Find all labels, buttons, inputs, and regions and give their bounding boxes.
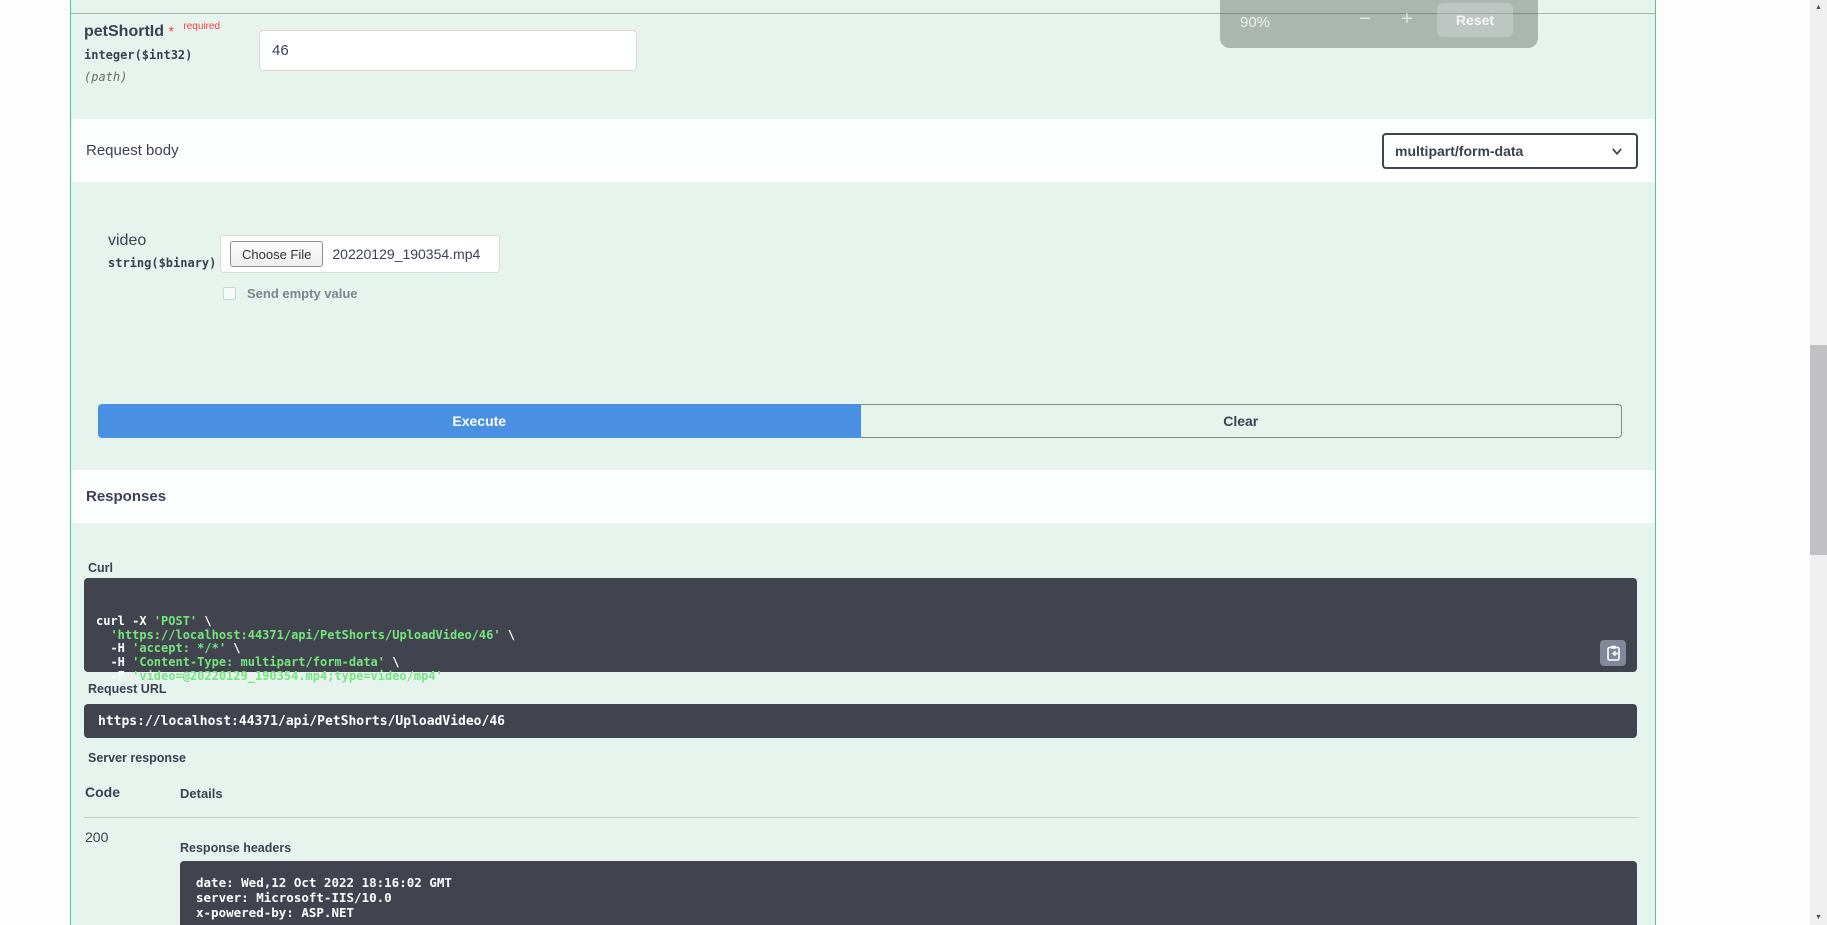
- body-param-name: video: [108, 232, 147, 249]
- scroll-down-icon: ▼: [1815, 914, 1822, 921]
- status-code: 200: [85, 829, 109, 845]
- post-opblock: petShortId * required integer($int32) (p…: [70, 0, 1656, 925]
- parameter-location: (path): [84, 70, 128, 84]
- file-input[interactable]: Choose File 20220129_190354.mp4: [220, 235, 500, 273]
- required-asterisk: *: [168, 23, 174, 39]
- zoom-out-button[interactable]: −: [1352, 6, 1378, 32]
- execute-row: Execute Clear: [98, 404, 1622, 438]
- body-param-type: string($binary): [108, 256, 217, 270]
- copy-to-clipboard-button[interactable]: [1600, 640, 1626, 666]
- request-url-label: Request URL: [88, 682, 167, 696]
- scroll-up-icon: ▲: [1815, 4, 1822, 11]
- scrollbar-thumb[interactable]: [1810, 345, 1827, 555]
- code-column-header: Code: [85, 784, 120, 800]
- request-body-header: Request body multipart/form-data: [71, 119, 1655, 182]
- content-type-select[interactable]: multipart/form-data: [1382, 132, 1638, 169]
- zoom-in-button[interactable]: +: [1394, 6, 1420, 32]
- details-column-header: Details: [180, 786, 223, 801]
- chevron-down-icon: [1612, 147, 1622, 155]
- vertical-scrollbar[interactable]: ▲ ▼: [1810, 0, 1827, 925]
- scroll-down-button[interactable]: ▼: [1810, 910, 1827, 925]
- responses-header: Responses: [71, 470, 1655, 523]
- server-response-label: Server response: [88, 751, 186, 765]
- request-url-value: https://localhost:44371/api/PetShorts/Up…: [84, 704, 1637, 738]
- response-headers-block: date: Wed,12 Oct 2022 18:16:02 GMT server…: [180, 861, 1637, 925]
- curl-label: Curl: [88, 561, 113, 575]
- response-headers-label: Response headers: [180, 841, 292, 855]
- selected-filename: 20220129_190354.mp4: [332, 246, 481, 262]
- petshortid-input[interactable]: [259, 30, 637, 71]
- send-empty-label: Send empty value: [247, 286, 358, 301]
- request-body-title: Request body: [86, 142, 179, 159]
- clipboard-icon: [1606, 645, 1620, 661]
- responses-title: Responses: [86, 488, 167, 505]
- browser-zoom-bubble: 90% − + Reset: [1220, 0, 1538, 48]
- choose-file-button[interactable]: Choose File: [230, 241, 324, 267]
- execute-button[interactable]: Execute: [98, 404, 861, 438]
- content-type-value: multipart/form-data: [1395, 142, 1524, 159]
- required-label: required: [183, 21, 221, 32]
- curl-command: curl -X 'POST' \ 'https://localhost:4437…: [84, 578, 1637, 682]
- parameter-type: integer($int32): [84, 48, 193, 62]
- parameter-name-line: petShortId * required: [84, 21, 220, 41]
- clear-button[interactable]: Clear: [860, 404, 1622, 438]
- send-empty-value-row: Send empty value: [223, 286, 358, 301]
- parameter-name: petShortId: [84, 23, 164, 40]
- plus-icon: +: [1401, 8, 1413, 30]
- minus-icon: −: [1359, 8, 1371, 30]
- body-param-video: video string($binary): [108, 232, 216, 270]
- parameter-petshortid: petShortId * required integer($int32) (p…: [84, 21, 220, 84]
- send-empty-checkbox[interactable]: [223, 287, 236, 300]
- scroll-up-button[interactable]: ▲: [1810, 0, 1827, 15]
- zoom-level: 90%: [1240, 14, 1271, 31]
- swagger-page: petShortId * required integer($int32) (p…: [0, 0, 1827, 925]
- zoom-reset-button[interactable]: Reset: [1437, 3, 1513, 37]
- table-header-divider: [84, 817, 1637, 818]
